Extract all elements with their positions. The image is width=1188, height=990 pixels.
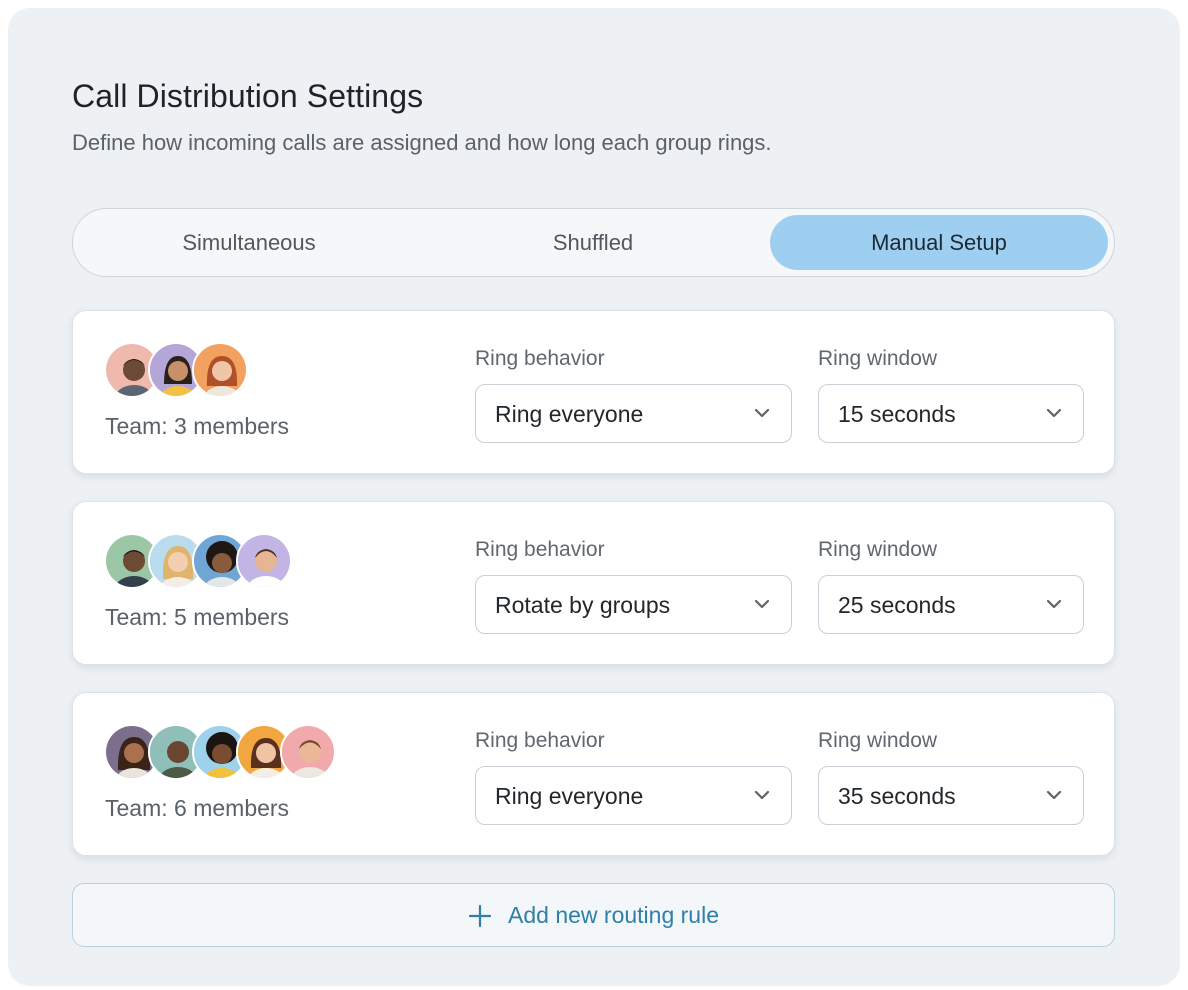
chevron-down-icon xyxy=(1046,790,1062,800)
team-members-label: Team: 5 members xyxy=(105,604,290,630)
add-routing-rule-button[interactable]: Add new routing rule xyxy=(72,883,1115,947)
team-members-label: Team: 6 members xyxy=(105,795,290,821)
ring-window-value: 25 seconds xyxy=(838,592,956,618)
distribution-mode-tabs: Simultaneous Shuffled Manual Setup xyxy=(72,208,1115,277)
ring-behavior-value: Ring everyone xyxy=(495,783,644,809)
ring-window-label: Ring window xyxy=(818,347,938,370)
chevron-down-icon xyxy=(754,790,770,800)
routing-rule-card: Team: 6 members Ring behavior Ring every… xyxy=(72,692,1115,856)
team-members-label: Team: 3 members xyxy=(105,413,290,439)
add-routing-rule-label: Add new routing rule xyxy=(508,902,719,928)
chevron-down-icon xyxy=(754,408,770,418)
avatar xyxy=(236,533,292,589)
chevron-down-icon xyxy=(1046,599,1062,609)
ring-behavior-select[interactable]: Ring everyone xyxy=(475,766,792,825)
avatar xyxy=(280,724,336,780)
routing-rule-card: Team: 3 members Ring behavior Ring every… xyxy=(72,310,1115,474)
plus-icon xyxy=(468,904,492,927)
ring-behavior-select[interactable]: Rotate by groups xyxy=(475,575,792,634)
page-subtitle: Define how incoming calls are assigned a… xyxy=(72,130,772,155)
ring-behavior-label: Ring behavior xyxy=(475,538,605,561)
ring-behavior-select[interactable]: Ring everyone xyxy=(475,384,792,443)
ring-window-select[interactable]: 25 seconds xyxy=(818,575,1084,634)
ring-behavior-value: Rotate by groups xyxy=(495,592,671,618)
ring-window-select[interactable]: 15 seconds xyxy=(818,384,1084,443)
tab-simultaneous[interactable]: Simultaneous xyxy=(79,215,419,270)
avatar xyxy=(192,342,248,398)
add-routing-rule-content: Add new routing rule xyxy=(73,902,1114,929)
ring-behavior-value: Ring everyone xyxy=(495,401,644,427)
ring-behavior-label: Ring behavior xyxy=(475,729,605,752)
ring-window-value: 15 seconds xyxy=(838,401,956,427)
chevron-down-icon xyxy=(754,599,770,609)
chevron-down-icon xyxy=(1046,408,1062,418)
routing-rule-card: Team: 5 members Ring behavior Rotate by … xyxy=(72,501,1115,665)
ring-window-label: Ring window xyxy=(818,729,938,752)
page-title: Call Distribution Settings xyxy=(72,78,424,114)
ring-window-value: 35 seconds xyxy=(838,783,956,809)
tab-shuffled[interactable]: Shuffled xyxy=(423,215,763,270)
ring-window-select[interactable]: 35 seconds xyxy=(818,766,1084,825)
ring-behavior-label: Ring behavior xyxy=(475,347,605,370)
tab-manual-setup[interactable]: Manual Setup xyxy=(770,215,1108,270)
ring-window-label: Ring window xyxy=(818,538,938,561)
